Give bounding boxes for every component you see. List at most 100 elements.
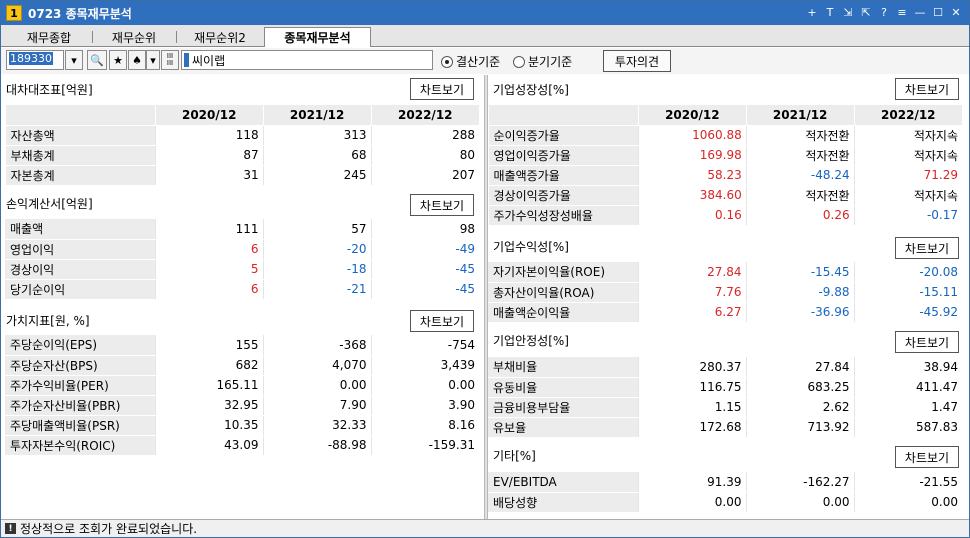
table-row[interactable]: 주당순자산(BPS) 682 4,070 3,439 <box>5 355 479 376</box>
favorite-star-icon[interactable]: ★ <box>109 50 127 70</box>
table-row[interactable]: 순이익증가율 1060.88 적자전환 적자지속 <box>488 125 962 146</box>
import-icon[interactable]: ⇱ <box>859 4 873 20</box>
income-statement-title: 손익계산서[억원] <box>6 196 93 211</box>
value-cell: 288 <box>370 125 479 146</box>
search-icon[interactable]: 🔍 <box>87 50 107 70</box>
value-cell: 적자지속 <box>853 185 962 206</box>
help-icon[interactable]: ? <box>877 4 891 20</box>
value-cell: 58.23 <box>637 165 747 186</box>
balance-chart-button[interactable]: 차트보기 <box>410 78 474 100</box>
maximize-icon[interactable]: ☐ <box>931 4 945 20</box>
table-row[interactable]: 경상이익증가율 384.60 적자전환 적자지속 <box>488 185 962 206</box>
row-label: 주당순자산(BPS) <box>5 355 155 376</box>
value-cell: 적자전환 <box>745 185 855 206</box>
income-chart-button[interactable]: 차트보기 <box>410 194 474 216</box>
close-icon[interactable]: ✕ <box>949 4 963 20</box>
table-row[interactable]: 주가수익비율(PER) 165.11 0.00 0.00 <box>5 375 479 396</box>
table-row[interactable]: 부채총계 87 68 80 <box>5 145 479 166</box>
value-cell: -20 <box>262 239 371 260</box>
etc-chart-button[interactable]: 차트보기 <box>895 446 959 468</box>
year-header: 2020/12 <box>154 105 264 126</box>
row-label: 금융비용부담율 <box>488 397 638 418</box>
table-row[interactable]: 금융비용부담율 1.15 2.62 1.47 <box>488 397 962 418</box>
table-row[interactable]: 부채비율 280.37 27.84 38.94 <box>488 357 962 378</box>
company-name-field[interactable]: 씨이랩 <box>181 50 433 70</box>
value-cell: 384.60 <box>637 185 747 206</box>
screen-number-badge: 1 <box>6 5 22 21</box>
table-row[interactable]: 총자산이익율(ROA) 7.76 -9.88 -15.11 <box>488 282 962 303</box>
grid-icon[interactable]: III III <box>161 50 179 70</box>
value-cell: 91.39 <box>637 472 746 493</box>
table-row[interactable]: 배당성향 0.00 0.00 0.00 <box>488 492 962 513</box>
value-cell: 713.92 <box>745 417 854 438</box>
table-row[interactable]: 주당매출액비율(PSR) 10.35 32.33 8.16 <box>5 415 479 436</box>
company-name: 씨이랩 <box>192 53 226 68</box>
table-row[interactable]: 당기순이익 6 -21 -45 <box>5 279 479 300</box>
table-row[interactable]: 매출액증가율 58.23 -48.24 71.29 <box>488 165 962 186</box>
value-cell: 172.68 <box>637 417 746 438</box>
add-icon[interactable]: + <box>805 4 819 20</box>
value-cell: 1060.88 <box>637 125 747 146</box>
table-row[interactable]: 영업이익증가율 169.98 적자전환 적자지속 <box>488 145 962 166</box>
table-row[interactable]: 주가순자산비율(PBR) 32.95 7.90 3.90 <box>5 395 479 416</box>
minimize-icon[interactable]: — <box>913 4 927 20</box>
tab-financial-rank[interactable]: 재무순위 <box>93 28 175 47</box>
table-row[interactable]: 경상이익 5 -18 -45 <box>5 259 479 280</box>
tab-financial-rank-2[interactable]: 재무순위2 <box>177 28 263 47</box>
growth-chart-button[interactable]: 차트보기 <box>895 78 959 100</box>
table-row[interactable]: 주가수익성장성배율 0.16 0.26 -0.17 <box>488 205 962 226</box>
value-cell: 1.47 <box>853 397 962 418</box>
value-cell: -21.55 <box>853 472 962 493</box>
title-bar[interactable]: 1 0723 종목재무분석 + T ⇲ ⇱ ? ≡ — ☐ ✕ <box>1 1 969 25</box>
year-header: 2022/12 <box>853 105 962 126</box>
dropdown-icon[interactable]: ▾ <box>65 50 83 70</box>
spade-icon[interactable]: ♠ <box>128 50 146 70</box>
value-cell: 0.26 <box>745 205 855 226</box>
value-cell: 3.90 <box>370 395 479 416</box>
profitability-chart-button[interactable]: 차트보기 <box>895 237 959 259</box>
row-label: 부채총계 <box>5 145 156 166</box>
stability-chart-button[interactable]: 차트보기 <box>895 331 959 353</box>
value-cell: 3,439 <box>370 355 479 376</box>
table-row[interactable]: 자산총액 118 313 288 <box>5 125 479 146</box>
stock-code-input[interactable]: 189330 <box>6 50 64 70</box>
value-cell: 68 <box>262 145 372 166</box>
value-cell: -45 <box>370 259 479 280</box>
table-row[interactable]: 영업이익 6 -20 -49 <box>5 239 479 260</box>
menu-icon[interactable]: ≡ <box>895 4 909 20</box>
radio-annual[interactable]: 결산기준 <box>441 53 500 70</box>
value-cell: 6 <box>154 239 263 260</box>
tab-financial-summary[interactable]: 재무종합 <box>7 28 91 47</box>
row-label: 배당성향 <box>488 492 638 513</box>
value-cell: 71.29 <box>853 165 962 186</box>
value-cell: -162.27 <box>745 472 854 493</box>
table-row[interactable]: 투자자본수익(ROIC) 43.09 -88.98 -159.31 <box>5 435 479 456</box>
row-label: 투자자본수익(ROIC) <box>5 435 155 456</box>
export-icon[interactable]: ⇲ <box>841 4 855 20</box>
radio-quarterly[interactable]: 분기기준 <box>513 53 572 70</box>
value-cell: 8.16 <box>370 415 479 436</box>
value-cell: -15.45 <box>745 262 854 283</box>
tab-stock-financial-analysis[interactable]: 종목재무분석 <box>264 27 371 47</box>
table-row[interactable]: 자기자본이익율(ROE) 27.84 -15.45 -20.08 <box>488 262 962 283</box>
value-cell: 4,070 <box>262 355 371 376</box>
value-cell: -49 <box>370 239 479 260</box>
value-chart-button[interactable]: 차트보기 <box>410 310 474 332</box>
value-cell: 적자지속 <box>853 145 962 166</box>
row-label: 총자산이익율(ROA) <box>488 282 638 303</box>
table-row[interactable]: 매출액순이익율 6.27 -36.96 -45.92 <box>488 302 962 323</box>
investment-opinion-button[interactable]: 투자의견 <box>603 50 671 72</box>
table-row[interactable]: 유보율 172.68 713.92 587.83 <box>488 417 962 438</box>
spade-dropdown-icon[interactable]: ▾ <box>146 50 160 70</box>
text-icon[interactable]: T <box>823 4 837 20</box>
table-row[interactable]: EV/EBITDA 91.39 -162.27 -21.55 <box>488 472 962 493</box>
value-cell: -20.08 <box>853 262 962 283</box>
value-cell: 적자지속 <box>853 125 962 146</box>
table-row[interactable]: 자본총계 31 245 207 <box>5 165 479 186</box>
value-cell: -9.88 <box>745 282 854 303</box>
table-row[interactable]: 매출액 111 57 98 <box>5 219 479 240</box>
row-label: 영업이익증가율 <box>488 145 639 166</box>
row-label: 유동비율 <box>488 377 638 398</box>
table-row[interactable]: 주당순이익(EPS) 155 -368 -754 <box>5 335 479 356</box>
table-row[interactable]: 유동비율 116.75 683.25 411.47 <box>488 377 962 398</box>
